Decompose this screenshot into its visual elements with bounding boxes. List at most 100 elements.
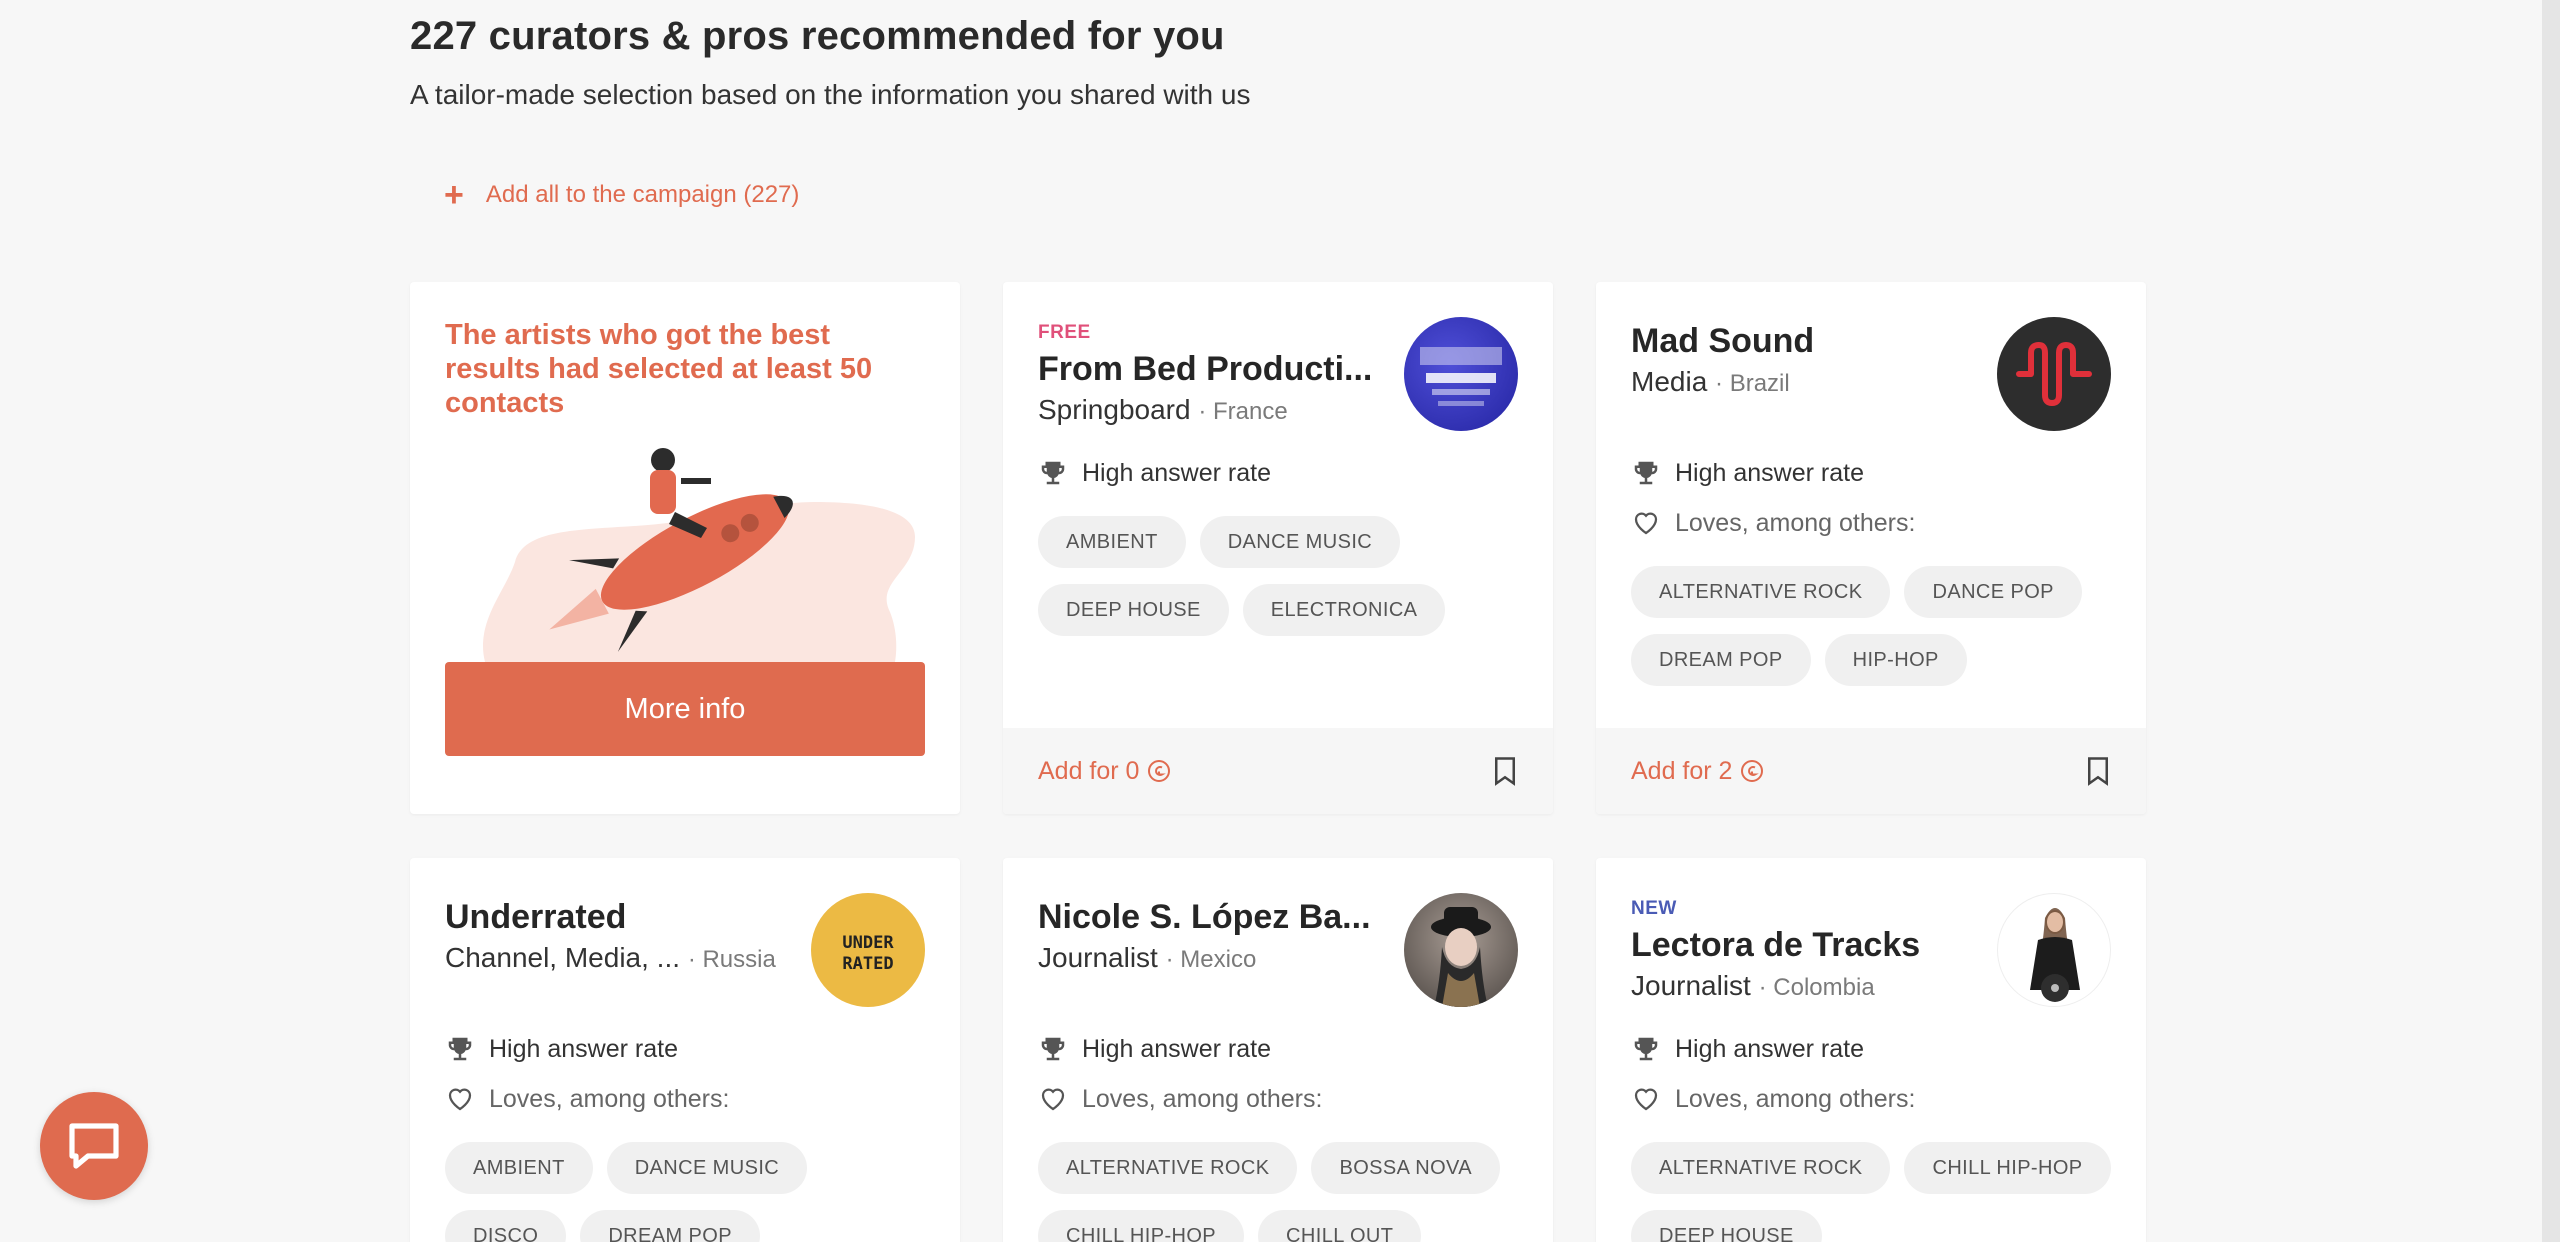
chat-button[interactable]	[40, 1092, 148, 1200]
credit-coin-icon	[1148, 760, 1171, 782]
flyer-thumbnail	[1420, 347, 1502, 406]
genre-tag: ALTERNATIVE ROCK	[1631, 1142, 1891, 1194]
curator-type-label: Media	[1631, 366, 1708, 397]
high-answer-rate: High answer rate	[1038, 1034, 1271, 1064]
curator-type: Media · Brazil	[1631, 366, 1790, 398]
loves-label: Loves, among others:	[1675, 508, 1916, 537]
curator-type: Channel, Media, ... · Russia	[445, 942, 776, 974]
curator-name[interactable]: From Bed Producti...	[1038, 350, 1378, 389]
curator-card[interactable]: NEW Lectora de Tracks Journalist · Colom…	[1596, 858, 2146, 1242]
genre-tag: ALTERNATIVE ROCK	[1631, 566, 1891, 618]
genre-tag: BOSSA NOVA	[1311, 1142, 1501, 1194]
chat-bubble-icon	[69, 1123, 119, 1169]
curator-type-label: Channel, Media, ...	[445, 942, 681, 973]
plus-icon: +	[444, 176, 464, 214]
svg-text:RATED: RATED	[842, 954, 893, 974]
high-answer-rate: High answer rate	[1631, 458, 1864, 488]
loves-label: Loves, among others:	[1675, 1084, 1916, 1113]
genre-tags: AMBIENT DANCE MUSIC DEEP HOUSE ELECTRONI…	[1038, 516, 1518, 636]
heart-icon	[1634, 512, 1658, 535]
trophy-icon	[1634, 461, 1658, 485]
curator-card[interactable]: Underrated Channel, Media, ... · Russia …	[410, 858, 960, 1242]
loves-among-others: Loves, among others:	[445, 1084, 729, 1114]
add-all-to-campaign-button[interactable]: + Add all to the campaign (227)	[444, 178, 799, 212]
curator-name[interactable]: Lectora de Tracks	[1631, 926, 1971, 965]
high-answer-rate: High answer rate	[1631, 1034, 1864, 1064]
genre-tag: DANCE MUSIC	[606, 1142, 808, 1194]
curator-type-label: Journalist	[1631, 970, 1751, 1001]
new-badge: NEW	[1631, 898, 1677, 919]
soundwave-logo	[2016, 342, 2092, 406]
add-all-label: Add all to the campaign (227)	[485, 181, 800, 208]
promo-text: The artists who got the best results had…	[445, 319, 873, 419]
loves-label: Loves, among others:	[489, 1084, 730, 1113]
add-for-label: Add for 2	[1631, 756, 1733, 785]
svg-text:UNDER: UNDER	[842, 933, 894, 953]
genre-tags: ALTERNATIVE ROCK DANCE POP DREAM POP HIP…	[1631, 566, 2111, 686]
rate-label: High answer rate	[1675, 458, 1864, 487]
rocket-illustration	[482, 448, 915, 662]
more-info-button[interactable]: More info	[445, 662, 925, 756]
portrait-photo	[2030, 908, 2080, 1002]
promo-card: The artists who got the best results had…	[410, 282, 960, 814]
curator-name[interactable]: Nicole S. López Ba...	[1038, 898, 1378, 937]
rate-label: High answer rate	[1082, 1034, 1271, 1063]
page-subtitle: A tailor-made selection based on the inf…	[410, 79, 1251, 110]
genre-tag: DANCE MUSIC	[1199, 516, 1401, 568]
genre-tag: CHILL HIP-HOP	[1904, 1142, 2111, 1194]
page-title: 227 curators & pros recommended for you	[410, 14, 1225, 58]
trophy-icon	[1041, 1037, 1065, 1061]
rate-label: High answer rate	[489, 1034, 678, 1063]
loves-among-others: Loves, among others:	[1631, 1084, 1915, 1114]
curator-type: Journalist · Colombia	[1631, 970, 1875, 1002]
curator-avatar	[1404, 893, 1518, 1007]
bookmark-icon[interactable]	[1492, 756, 1518, 786]
trophy-icon	[448, 1037, 472, 1061]
curator-type: Journalist · Mexico	[1038, 942, 1256, 974]
curator-name[interactable]: Mad Sound	[1631, 322, 1971, 361]
genre-tags: AMBIENT DANCE MUSIC DISCO DREAM POP	[445, 1142, 925, 1242]
credit-coin-icon	[1741, 760, 1764, 782]
curator-location: · France	[1198, 398, 1288, 425]
genre-tag: DREAM POP	[580, 1210, 760, 1242]
trophy-icon	[1634, 1037, 1658, 1061]
curator-location: · Russia	[687, 946, 776, 973]
genre-tag: ELECTRONICA	[1242, 584, 1446, 636]
card-footer: Add for 0	[1003, 728, 1553, 814]
curator-location: · Brazil	[1715, 370, 1790, 397]
card-footer: Add for 2	[1596, 728, 2146, 814]
add-for-button[interactable]: Add for 0	[1038, 757, 1171, 786]
genre-tag: AMBIENT	[445, 1142, 593, 1194]
genre-tag: AMBIENT	[1038, 516, 1186, 568]
high-answer-rate: High answer rate	[445, 1034, 678, 1064]
free-badge: FREE	[1038, 322, 1091, 343]
curator-location: · Mexico	[1165, 946, 1257, 973]
rate-label: High answer rate	[1675, 1034, 1864, 1063]
curator-avatar	[1997, 317, 2111, 431]
curator-card[interactable]: Mad Sound Media · Brazil High answer rat…	[1596, 282, 2146, 814]
heart-icon	[1634, 1088, 1658, 1111]
high-answer-rate: High answer rate	[1038, 458, 1271, 488]
portrait-photo	[1431, 907, 1491, 1007]
underrated-logo: UNDER RATED	[842, 933, 894, 974]
heart-icon	[448, 1088, 472, 1111]
rate-label: High answer rate	[1082, 458, 1271, 487]
genre-tag: DEEP HOUSE	[1038, 584, 1229, 636]
curator-card[interactable]: FREE From Bed Producti... Springboard · …	[1003, 282, 1553, 814]
curator-avatar	[1997, 893, 2111, 1007]
genre-tag: DANCE POP	[1904, 566, 2082, 618]
genre-tag: CHILL OUT	[1258, 1210, 1422, 1242]
genre-tag: DEEP HOUSE	[1631, 1210, 1822, 1242]
curator-type-label: Springboard	[1038, 394, 1191, 425]
bookmark-icon[interactable]	[2085, 756, 2111, 786]
loves-label: Loves, among others:	[1082, 1084, 1323, 1113]
curator-avatar	[1404, 317, 1518, 431]
add-for-button[interactable]: Add for 2	[1631, 757, 1764, 786]
curator-name[interactable]: Underrated	[445, 898, 775, 937]
curator-location: · Colombia	[1758, 974, 1875, 1001]
trophy-icon	[1041, 461, 1065, 485]
add-for-label: Add for 0	[1038, 756, 1140, 785]
heart-icon	[1041, 1088, 1065, 1111]
curator-card[interactable]: Nicole S. López Ba... Journalist · Mexic…	[1003, 858, 1553, 1242]
genre-tag: DREAM POP	[1631, 634, 1811, 686]
